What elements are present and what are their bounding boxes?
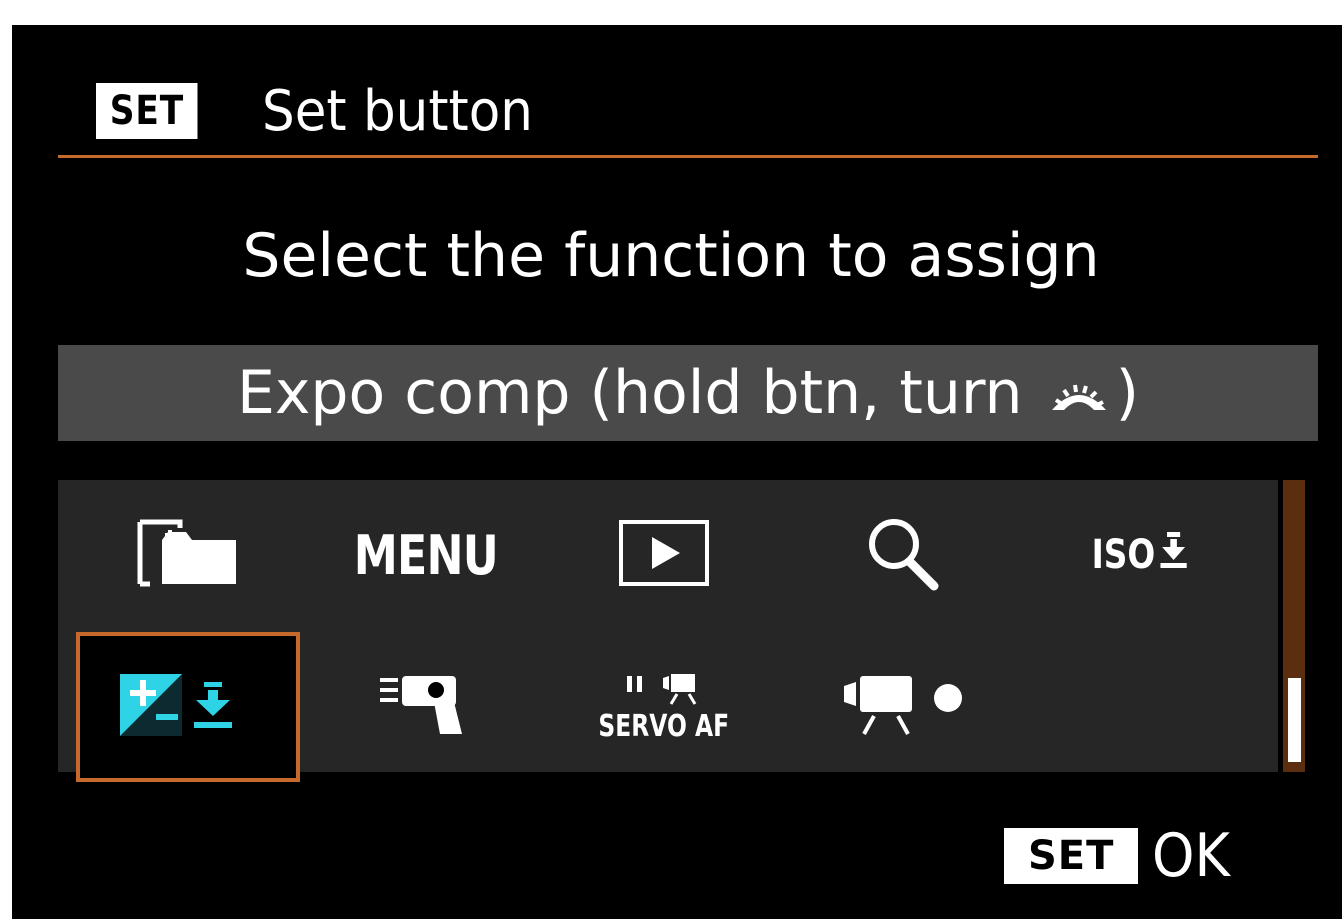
- camera-screen: [12, 25, 1342, 919]
- image-folder-icon: [136, 518, 240, 593]
- selected-function-text: Expo comp (hold btn, turn: [236, 358, 1023, 428]
- function-exposure-compensation[interactable]: [76, 632, 300, 782]
- function-movie-servo-af[interactable]: SERVO AF: [552, 632, 776, 782]
- selected-function-bar: Expo comp (hold btn, turn ): [58, 345, 1318, 441]
- header: SET: [96, 83, 214, 139]
- function-grid: MENU ISO SERVO AF: [58, 480, 1278, 782]
- function-image-folder[interactable]: [76, 480, 300, 630]
- menu-label: MENU: [353, 523, 499, 587]
- scrollbar-thumb[interactable]: [1288, 678, 1301, 762]
- ok-label: OK: [1152, 821, 1231, 891]
- magnify-icon: [864, 514, 940, 597]
- function-iso[interactable]: ISO: [1028, 480, 1252, 630]
- footer-set-key[interactable]: SET: [1004, 828, 1139, 884]
- iso-set: ISO: [1092, 530, 1189, 580]
- iso-label: ISO: [1091, 532, 1156, 578]
- function-scrollbar[interactable]: [1283, 480, 1305, 772]
- instruction-text: Select the function to assign: [242, 221, 1100, 291]
- movie-record-icon: [834, 672, 970, 743]
- flash-function-icon: [376, 672, 476, 743]
- selected-function-label: Expo comp (hold btn, turn ): [58, 359, 1318, 430]
- movie-servo-af-group: SERVO AF: [580, 672, 748, 743]
- function-playback[interactable]: [552, 480, 776, 630]
- header-divider: [58, 155, 1318, 158]
- set-down-arrow-icon: [1159, 530, 1189, 580]
- footer: SET OK: [1004, 826, 1239, 886]
- playback-icon: [618, 519, 710, 592]
- selected-function-suffix: ): [1115, 358, 1140, 428]
- servo-af-label: SERVO AF: [598, 708, 730, 744]
- set-key-badge: SET: [96, 83, 198, 139]
- movie-servo-af-pause-icon: [619, 672, 709, 711]
- function-magnify[interactable]: [790, 480, 1014, 630]
- function-movie-record[interactable]: [790, 632, 1014, 782]
- page-title: Set button: [262, 79, 533, 144]
- function-menu[interactable]: MENU: [314, 480, 538, 630]
- function-flash[interactable]: [314, 632, 538, 782]
- main-dial-icon: [1048, 362, 1110, 430]
- exposure-compensation-icon: [118, 672, 258, 743]
